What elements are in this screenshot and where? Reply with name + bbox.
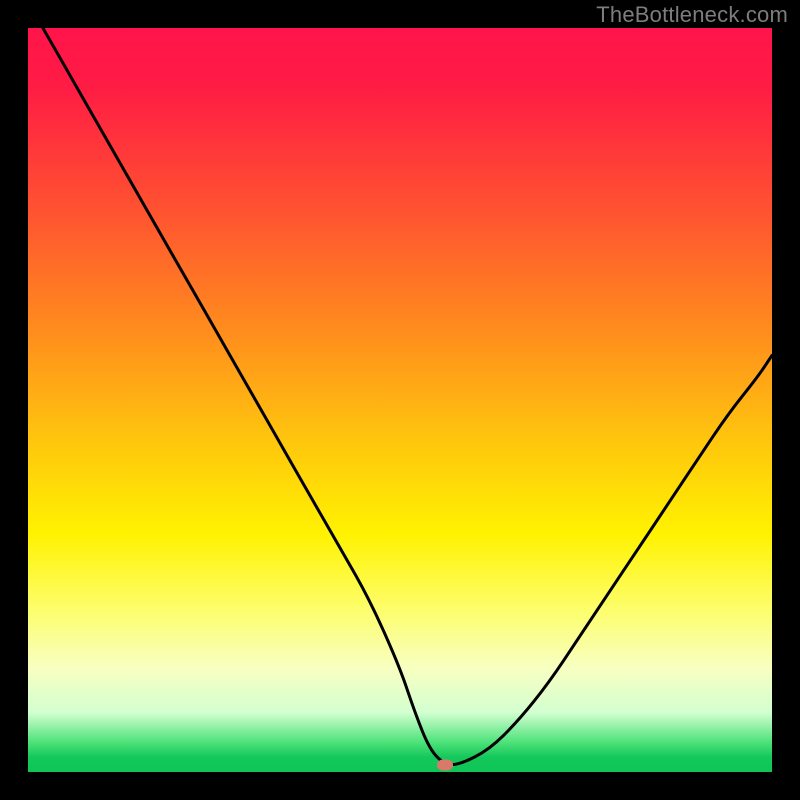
chart-frame: TheBottleneck.com — [0, 0, 800, 800]
optimum-marker — [437, 759, 453, 770]
bottleneck-curve-path — [43, 28, 772, 765]
curve-layer — [28, 28, 772, 772]
plot-area — [28, 28, 772, 772]
watermark-text: TheBottleneck.com — [596, 2, 788, 28]
